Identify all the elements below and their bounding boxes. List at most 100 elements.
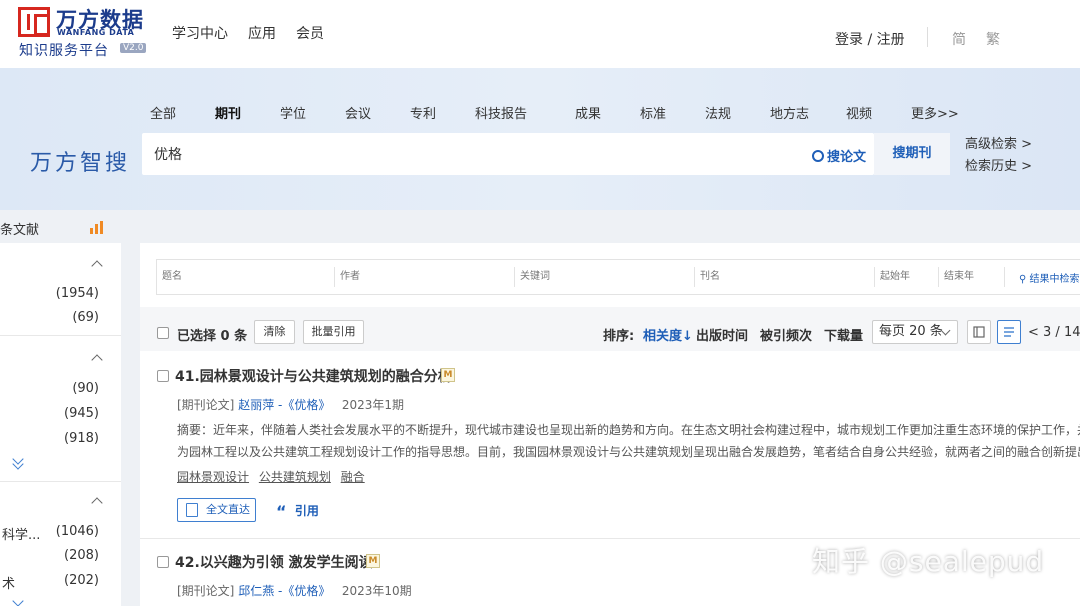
author-link[interactable]: 邱仁燕 <box>238 584 274 598</box>
abstract-line: 为园林工程以及公共建筑工程规划设计工作的指导思想。目前，我国园林景观设计与公共建… <box>177 445 1080 459</box>
search-icon <box>812 150 824 162</box>
end-year-filter[interactable]: 结束年 <box>939 267 1005 287</box>
version-badge: V2.0 <box>120 43 147 53</box>
search-scope-tabs: 全部 期刊 学位 会议 专利 科技报告 成果 标准 法规 地方志 视频 更多>> <box>150 103 959 122</box>
quote-icon: “ <box>276 502 287 521</box>
journal-link[interactable]: -《优格》 <box>278 584 330 598</box>
chevron-up-icon[interactable] <box>91 354 103 366</box>
scope-tab-all[interactable]: 全部 <box>150 103 215 122</box>
nav-learning-center[interactable]: 学习中心 <box>172 23 228 43</box>
sort-publish-date[interactable]: 出版时间 <box>696 325 748 344</box>
nav-membership[interactable]: 会员 <box>296 23 324 43</box>
keyword-link[interactable]: 园林景观设计 <box>177 470 249 484</box>
m-badge-icon: M <box>441 368 455 382</box>
top-bar: 万方数据 WANFANG DATA 知识服务平台 V2.0 学习中心 应用 会员… <box>0 0 1080 68</box>
watermark: 知乎 @sealepud <box>812 545 1045 578</box>
result-title[interactable]: 42.以兴趣为引领 激发学生阅读 <box>175 552 373 572</box>
facet-count[interactable]: (90) <box>72 381 99 396</box>
facet-count[interactable]: (1954) <box>56 286 99 301</box>
scope-tab-more[interactable]: 更多>> <box>911 103 959 122</box>
top-nav: 学习中心 应用 会员 <box>172 23 324 43</box>
facet-count[interactable]: (69) <box>72 310 99 325</box>
facet-label[interactable]: 科学... <box>2 524 40 543</box>
scope-tab-videos[interactable]: 视频 <box>846 103 911 122</box>
facet-sidebar: (1954) (69) (90) (945) (918) 科学... (1046… <box>0 243 121 606</box>
keyword-link[interactable]: 公共建筑规划 <box>259 470 331 484</box>
result-count-label: 条文献 <box>0 223 40 238</box>
scope-tab-regulations[interactable]: 法规 <box>705 103 770 122</box>
result-type: [期刊论文] <box>177 584 235 598</box>
chevron-up-icon[interactable] <box>91 497 103 509</box>
sort-cited-count[interactable]: 被引频次 <box>760 325 812 344</box>
filter-row: 题名 作者 关键词 刊名 起始年 结束年 ⚲ 结果中检索 <box>156 259 1080 295</box>
cite-label: 引用 <box>294 504 319 518</box>
advanced-search-link[interactable]: 高级检索 > <box>965 134 1032 156</box>
batch-cite-button[interactable]: 批量引用 <box>303 320 364 344</box>
traditional-chinese-toggle[interactable]: 繁 <box>986 29 1000 49</box>
result-checkbox[interactable] <box>157 370 169 382</box>
fulltext-button[interactable]: 全文直达 <box>177 498 256 522</box>
wanfang-logo[interactable]: 万方数据 WANFANG DATA 知识服务平台 V2.0 <box>18 5 148 63</box>
pagination[interactable]: < 3 / 146 <box>1028 325 1080 340</box>
issue-label: 2023年1期 <box>341 398 405 412</box>
scope-tab-journals[interactable]: 期刊 <box>215 103 280 122</box>
search-in-results-button[interactable]: ⚲ 结果中检索 <box>1005 270 1080 285</box>
search-band: 全部 期刊 学位 会议 专利 科技报告 成果 标准 法规 地方志 视频 更多>>… <box>0 68 1080 210</box>
nav-apps[interactable]: 应用 <box>248 23 276 43</box>
logo-english-text: WANFANG DATA <box>57 28 135 37</box>
facet-count[interactable]: (945) <box>64 406 99 421</box>
sort-relevance[interactable]: 相关度↓ <box>643 325 693 344</box>
logo-subtitle: 知识服务平台 <box>19 43 109 59</box>
list-view-button[interactable] <box>997 320 1021 344</box>
brand-title: 万方智搜 <box>30 151 131 176</box>
scope-tab-conferences[interactable]: 会议 <box>345 103 410 122</box>
per-page-select[interactable]: 每页 20 条 <box>872 320 958 344</box>
keyword-filter[interactable]: 关键词 <box>515 267 695 287</box>
login-register-link[interactable]: 登录 / 注册 <box>835 29 905 49</box>
author-link[interactable]: 赵丽萍 <box>238 398 274 412</box>
scope-tab-patents[interactable]: 专利 <box>410 103 475 122</box>
logo-mark-icon <box>18 7 50 37</box>
simplified-chinese-toggle[interactable]: 简 <box>952 29 966 49</box>
search-journals-button[interactable]: 搜期刊 <box>874 133 950 175</box>
clear-button[interactable]: 清除 <box>254 320 295 344</box>
advanced-links: 高级检索 > 检索历史 > <box>965 134 1032 178</box>
facet-label[interactable]: 术 <box>2 573 15 592</box>
selected-count: 已选择 0 条 <box>177 329 248 344</box>
search-history-link[interactable]: 检索历史 > <box>965 156 1032 178</box>
divider <box>0 481 121 482</box>
divider <box>0 335 121 336</box>
cite-button[interactable]: “ 引用 <box>276 502 319 521</box>
facet-count[interactable]: (202) <box>64 573 99 588</box>
facet-count[interactable]: (1046) <box>56 524 99 539</box>
sort-downloads[interactable]: 下载量 <box>824 325 863 344</box>
author-filter[interactable]: 作者 <box>335 267 515 287</box>
scope-tab-theses[interactable]: 学位 <box>280 103 345 122</box>
scope-tab-standards[interactable]: 标准 <box>640 103 705 122</box>
chevron-up-icon[interactable] <box>91 260 103 272</box>
scope-tab-tech-reports[interactable]: 科技报告 <box>475 103 575 122</box>
chart-icon[interactable] <box>90 220 104 234</box>
result-title[interactable]: 41.园林景观设计与公共建筑规划的融合分析 <box>175 366 452 386</box>
search-input[interactable] <box>154 144 794 164</box>
facet-count[interactable]: (918) <box>64 431 99 446</box>
start-year-filter[interactable]: 起始年 <box>875 267 939 287</box>
search-box <box>142 133 874 175</box>
expand-more-icon[interactable] <box>12 595 24 606</box>
fulltext-label: 全文直达 <box>206 503 250 516</box>
select-all-checkbox[interactable] <box>157 327 169 339</box>
issue-label: 2023年10期 <box>341 584 412 598</box>
journal-link[interactable]: -《优格》 <box>278 398 330 412</box>
m-badge-icon: M <box>366 554 380 568</box>
detail-view-button[interactable] <box>967 320 991 344</box>
scope-tab-local-records[interactable]: 地方志 <box>770 103 846 122</box>
scope-tab-achievements[interactable]: 成果 <box>575 103 640 122</box>
list-view-icon <box>1004 327 1014 337</box>
search-papers-button[interactable]: 搜论文 <box>812 146 866 165</box>
sort-label: 排序: <box>603 329 635 344</box>
journal-name-filter[interactable]: 刊名 <box>695 267 875 287</box>
result-checkbox[interactable] <box>157 556 169 568</box>
title-filter[interactable]: 题名 <box>157 267 335 287</box>
facet-count[interactable]: (208) <box>64 548 99 563</box>
keyword-link[interactable]: 融合 <box>341 470 365 484</box>
